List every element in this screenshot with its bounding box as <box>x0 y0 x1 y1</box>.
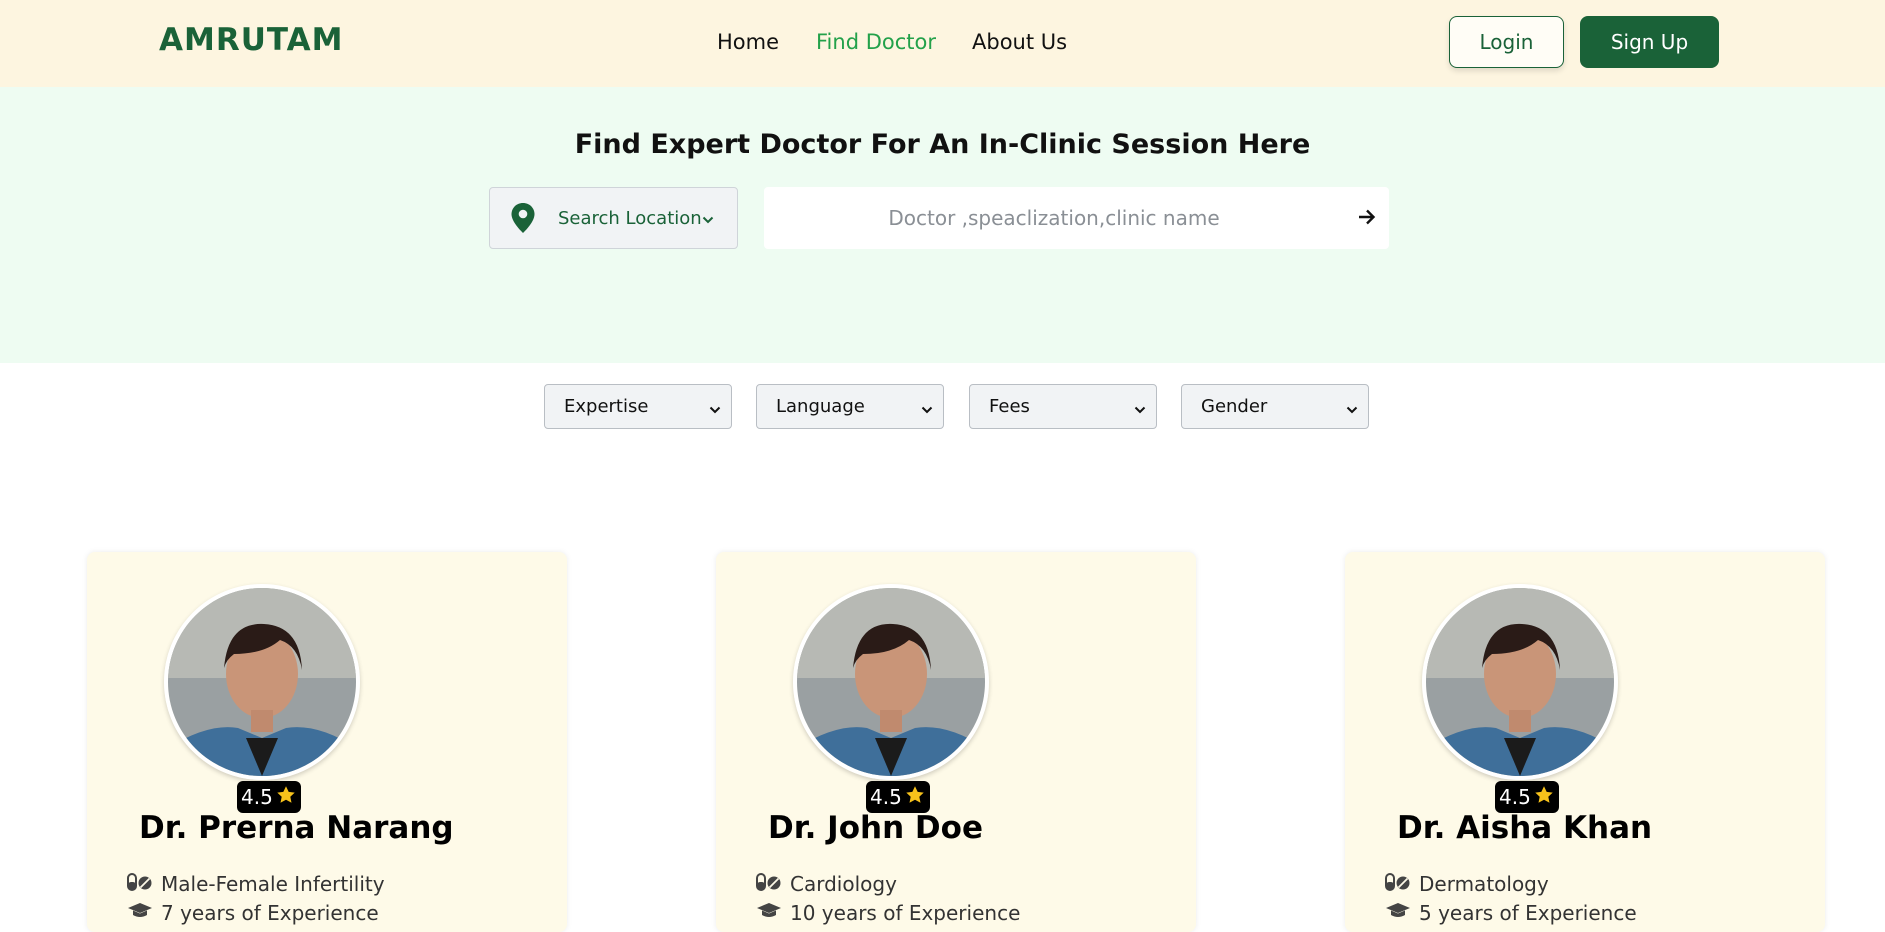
doctor-avatar <box>164 584 360 780</box>
nav-home-link[interactable]: Home <box>717 30 779 54</box>
doctor-name[interactable]: Dr. Aisha Khan <box>1397 810 1652 846</box>
doctor-name[interactable]: Dr. John Doe <box>768 810 983 846</box>
graduation-cap-icon <box>756 901 782 925</box>
hero-title: Find Expert Doctor For An In-Clinic Sess… <box>574 129 1311 160</box>
doctor-experience: 10 years of Experience <box>756 901 1020 925</box>
specialization-text: Male-Female Infertility <box>161 872 385 896</box>
doctor-avatar <box>1422 584 1618 780</box>
doctor-experience: 7 years of Experience <box>127 901 379 925</box>
filter-expertise-select[interactable]: Expertise <box>544 384 732 429</box>
filter-language-select[interactable]: Language <box>756 384 944 429</box>
doctor-card[interactable]: 4.5 Dr. Aisha Khan Dermatology 5 years o… <box>1345 552 1825 932</box>
doctor-name[interactable]: Dr. Prerna Narang <box>139 810 454 846</box>
pills-icon <box>756 872 782 896</box>
specialization-text: Cardiology <box>790 872 897 896</box>
filter-gender-select[interactable]: Gender <box>1181 384 1369 429</box>
pills-icon <box>127 872 153 896</box>
rating-badge: 4.5 <box>237 781 301 813</box>
rating-value: 4.5 <box>241 785 273 809</box>
doctor-search-box <box>764 187 1389 249</box>
filter-expertise-label: Expertise <box>564 396 649 417</box>
nav-find-doctor-link[interactable]: Find Doctor <box>816 30 936 54</box>
experience-text: 10 years of Experience <box>790 901 1021 925</box>
filter-language-label: Language <box>776 396 865 417</box>
graduation-cap-icon <box>1385 901 1411 925</box>
doctor-specialization: Male-Female Infertility <box>127 872 385 896</box>
rating-value: 4.5 <box>1499 785 1531 809</box>
chevron-down-icon <box>702 210 714 229</box>
experience-text: 5 years of Experience <box>1419 901 1637 925</box>
star-icon <box>904 784 926 811</box>
search-hero: Find Expert Doctor For An In-Clinic Sess… <box>0 87 1885 363</box>
pills-icon <box>1385 872 1411 896</box>
rating-badge: 4.5 <box>866 781 930 813</box>
map-pin-icon <box>510 202 536 238</box>
login-button[interactable]: Login <box>1449 16 1564 68</box>
specialization-text: Dermatology <box>1419 872 1549 896</box>
doctor-search-input[interactable] <box>764 187 1344 249</box>
star-icon <box>275 784 297 811</box>
doctor-card[interactable]: 4.5 Dr. John Doe Cardiology 10 years of … <box>716 552 1196 932</box>
doctor-card[interactable]: 4.5 Dr. Prerna Narang Male-Female Infert… <box>87 552 567 932</box>
rating-value: 4.5 <box>870 785 902 809</box>
top-navbar: AMRUTAM Home Find Doctor About Us Login … <box>0 0 1885 87</box>
chevron-down-icon <box>709 400 721 419</box>
nav-about-us-link[interactable]: About Us <box>972 30 1067 54</box>
location-dropdown[interactable]: Search Location <box>489 187 738 249</box>
chevron-down-icon <box>921 400 933 419</box>
filter-fees-label: Fees <box>989 396 1030 417</box>
sign-up-button[interactable]: Sign Up <box>1580 16 1719 68</box>
location-label: Search Location <box>558 208 702 229</box>
doctor-avatar <box>793 584 989 780</box>
doctor-experience: 5 years of Experience <box>1385 901 1637 925</box>
graduation-cap-icon <box>127 901 153 925</box>
search-submit-arrow-icon[interactable] <box>1357 207 1377 231</box>
doctor-specialization: Cardiology <box>756 872 897 896</box>
doctor-specialization: Dermatology <box>1385 872 1549 896</box>
star-icon <box>1533 784 1555 811</box>
experience-text: 7 years of Experience <box>161 901 379 925</box>
brand-logo[interactable]: AMRUTAM <box>159 22 343 58</box>
filter-gender-label: Gender <box>1201 396 1268 417</box>
chevron-down-icon <box>1134 400 1146 419</box>
rating-badge: 4.5 <box>1495 781 1559 813</box>
chevron-down-icon <box>1346 400 1358 419</box>
filter-fees-select[interactable]: Fees <box>969 384 1157 429</box>
